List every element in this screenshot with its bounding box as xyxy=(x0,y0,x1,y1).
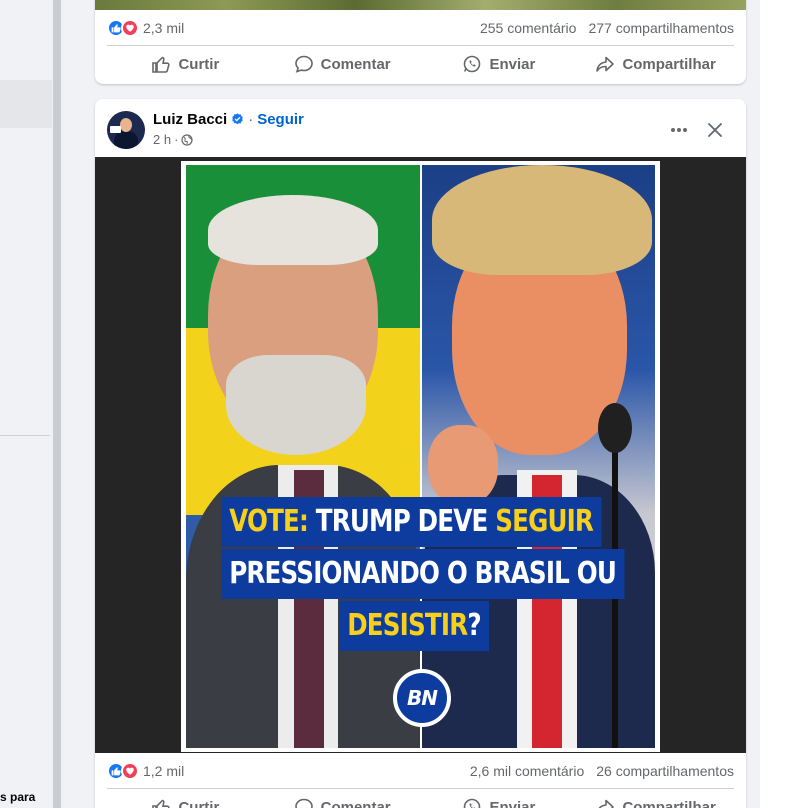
like-label: Curtir xyxy=(178,55,220,73)
more-options-button[interactable] xyxy=(664,115,694,145)
post-actions: Curtir Comentar Enviar Compartilhar xyxy=(107,789,734,808)
share-label: Compartilhar xyxy=(622,798,716,808)
headline-line-2: PRESSIONANDO O BRASIL OU xyxy=(221,549,625,599)
comment-button[interactable]: Comentar xyxy=(264,46,421,82)
headline-line-1: VOTE: TRUMP DEVE SEGUIR xyxy=(221,497,602,547)
speech-bubble-icon xyxy=(294,798,313,808)
previous-post-stats: 2,3 mil 255 comentário 277 compartilhame… xyxy=(107,18,734,38)
whatsapp-icon xyxy=(464,798,481,808)
close-icon xyxy=(708,123,722,137)
share-button[interactable]: Compartilhar xyxy=(577,46,734,82)
thumbs-up-icon xyxy=(152,56,171,73)
thumbs-up-icon xyxy=(152,799,171,808)
like-label: Curtir xyxy=(178,798,220,808)
heart-icon xyxy=(121,19,139,37)
comment-label: Comentar xyxy=(320,55,391,73)
whatsapp-icon xyxy=(464,55,481,73)
heart-icon xyxy=(121,762,139,780)
share-count[interactable]: 26 compartilhamentos xyxy=(596,763,734,779)
avatar[interactable] xyxy=(107,111,145,149)
post-card: Luiz Bacci · Seguir 2 h · VOTE: TRUMP DE… xyxy=(95,99,746,808)
post-header: Luiz Bacci · Seguir 2 h · xyxy=(107,111,734,151)
author-name[interactable]: Luiz Bacci xyxy=(153,111,227,128)
like-button[interactable]: Curtir xyxy=(107,46,264,82)
post-stats: 1,2 mil 2,6 mil comentário 26 compartilh… xyxy=(107,761,734,781)
reaction-count[interactable]: 1,2 mil xyxy=(143,763,184,779)
right-sidebar xyxy=(760,0,792,808)
separator-dot: · xyxy=(248,111,254,128)
send-label: Enviar xyxy=(489,798,536,808)
comment-button[interactable]: Comentar xyxy=(264,789,421,808)
left-portrait xyxy=(186,165,420,748)
send-button[interactable]: Enviar xyxy=(421,789,578,808)
poster-graphic: VOTE: TRUMP DEVE SEGUIR PRESSIONANDO O B… xyxy=(181,161,660,752)
bn-logo: BN xyxy=(393,669,451,727)
time-separator: · xyxy=(174,132,179,147)
comment-count[interactable]: 2,6 mil comentário xyxy=(470,763,584,779)
headline-line-3: DESISTIR? xyxy=(339,601,489,651)
like-button[interactable]: Curtir xyxy=(107,789,264,808)
left-sidebar-highlighted-item[interactable] xyxy=(0,80,52,128)
share-arrow-icon xyxy=(596,56,615,72)
globe-icon[interactable] xyxy=(181,133,194,146)
comment-label: Comentar xyxy=(320,798,391,808)
speech-bubble-icon xyxy=(294,55,313,73)
previous-post-image[interactable] xyxy=(95,0,746,10)
reaction-count[interactable]: 2,3 mil xyxy=(143,20,184,36)
follow-button[interactable]: Seguir xyxy=(257,111,304,128)
previous-post-actions: Curtir Comentar Enviar Compartilhar xyxy=(107,46,734,82)
share-arrow-icon xyxy=(598,799,615,808)
post-time[interactable]: 2 h xyxy=(153,132,171,147)
post-image[interactable]: VOTE: TRUMP DEVE SEGUIR PRESSIONANDO O B… xyxy=(95,157,746,753)
reaction-summary[interactable]: 1,2 mil xyxy=(107,762,184,780)
share-count[interactable]: 277 compartilhamentos xyxy=(588,20,734,36)
more-dots-icon xyxy=(671,128,687,132)
share-label: Compartilhar xyxy=(622,55,716,73)
share-button[interactable]: Compartilhar xyxy=(577,789,734,808)
verified-badge-icon xyxy=(232,113,243,125)
reaction-summary[interactable]: 2,3 mil xyxy=(107,19,184,37)
previous-post-card: 2,3 mil 255 comentário 277 compartilhame… xyxy=(95,0,746,84)
left-scrollbar[interactable] xyxy=(53,0,61,808)
left-sidebar: s para xyxy=(0,0,54,808)
close-post-button[interactable] xyxy=(700,115,730,145)
left-sidebar-divider xyxy=(0,435,50,436)
comment-count[interactable]: 255 comentário xyxy=(480,20,577,36)
send-label: Enviar xyxy=(489,55,536,73)
left-sidebar-footer-text: s para xyxy=(0,790,36,804)
send-button[interactable]: Enviar xyxy=(421,46,578,82)
right-portrait xyxy=(422,165,655,748)
